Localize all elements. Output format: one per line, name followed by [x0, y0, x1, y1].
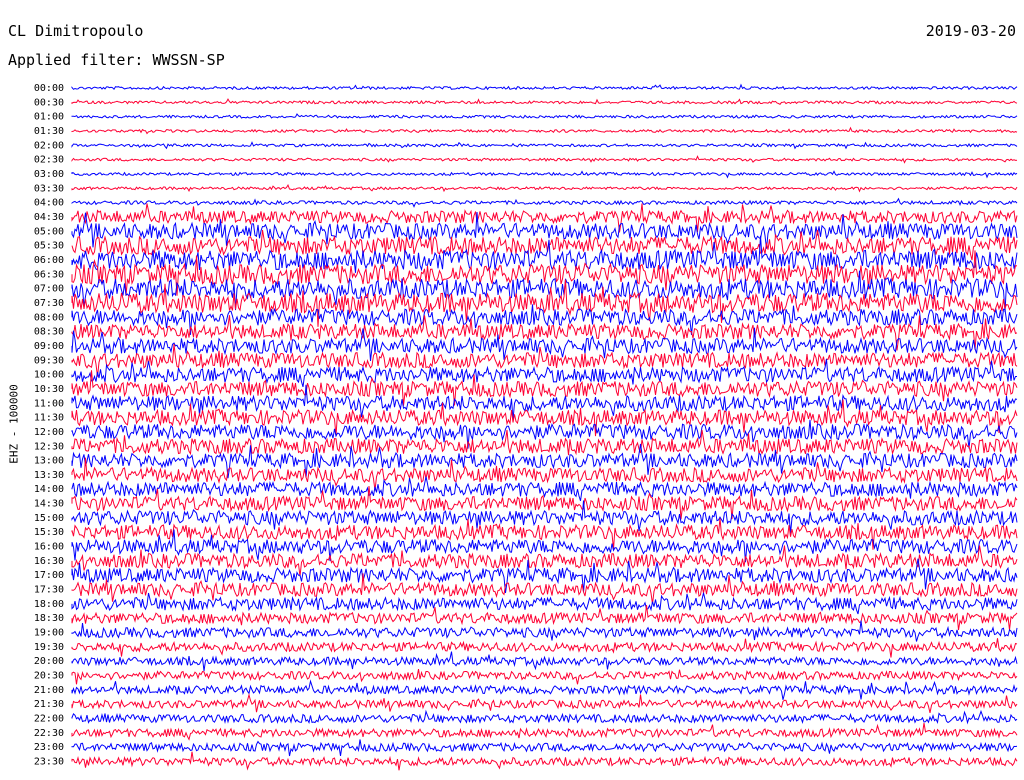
trace-row-1900	[71, 620, 1018, 642]
trace-row-1930	[71, 638, 1018, 658]
trace-row-0200	[71, 141, 1018, 150]
row-time-label: 03:00	[34, 169, 64, 180]
row-time-label: 04:00	[34, 198, 64, 209]
row-label-group: 00:00 00:30 01:00 01:30 02:00 02:30 03:00 03:30…	[34, 83, 64, 768]
row-time-label: 06:00	[34, 255, 64, 266]
row-time-label: 02:00	[34, 140, 64, 151]
trace-row-1200	[71, 419, 1018, 449]
row-time-label: 09:00	[34, 341, 64, 352]
row-time-label: 16:30	[34, 556, 64, 567]
row-time-label: 07:30	[34, 298, 64, 309]
row-time-label: 07:00	[34, 284, 64, 295]
trace-row-0000	[71, 83, 1018, 91]
row-time-label: 15:30	[34, 527, 64, 538]
row-time-label: 06:30	[34, 269, 64, 280]
row-time-label: 13:00	[34, 456, 64, 467]
row-time-label: 21:30	[34, 699, 64, 710]
trace-row-1000	[71, 358, 1017, 388]
trace-row-0100	[71, 113, 1018, 119]
trace-row-0300	[71, 170, 1018, 179]
row-time-label: 14:30	[34, 499, 64, 510]
row-time-label: 05:30	[34, 241, 64, 252]
row-time-label: 08:00	[34, 312, 64, 323]
trace-row-0230	[71, 155, 1018, 164]
row-time-label: 19:00	[34, 628, 64, 639]
row-time-label: 05:00	[34, 226, 64, 237]
row-time-label: 10:30	[34, 384, 64, 395]
row-time-label: 08:30	[34, 327, 64, 338]
row-time-label: 18:30	[34, 613, 64, 624]
trace-row-0430	[71, 203, 1018, 233]
row-time-label: 22:30	[34, 728, 64, 739]
trace-row-2000	[71, 651, 1018, 672]
trace-row-0600	[71, 235, 1018, 273]
row-time-label: 19:30	[34, 642, 64, 653]
row-time-label: 12:30	[34, 441, 64, 452]
trace-row-0130	[71, 126, 1018, 135]
trace-row-2200	[71, 709, 1018, 725]
trace-row-2230	[71, 722, 1018, 741]
row-time-label: 03:30	[34, 183, 64, 194]
row-time-label: 17:00	[34, 570, 64, 581]
trace-row-0030	[71, 98, 1018, 105]
trace-row-2300	[71, 739, 1018, 757]
row-time-label: 13:30	[34, 470, 64, 481]
row-time-label: 01:30	[34, 126, 64, 137]
trace-row-0400	[71, 197, 1018, 208]
row-time-label: 17:30	[34, 585, 64, 596]
row-time-label: 04:30	[34, 212, 64, 223]
row-time-label: 22:00	[34, 714, 64, 725]
row-time-label: 11:00	[34, 398, 64, 409]
row-time-label: 11:30	[34, 413, 64, 424]
row-time-label: 23:30	[34, 757, 64, 768]
row-time-label: 21:00	[34, 685, 64, 696]
trace-group	[71, 83, 1018, 771]
helicorder-plot: 00:00 00:30 01:00 01:30 02:00 02:30 03:00 03:30…	[34, 83, 1018, 771]
row-time-label: 09:30	[34, 355, 64, 366]
trace-row-1430	[71, 485, 1018, 520]
trace-row-0330	[71, 183, 1018, 193]
row-time-label: 18:00	[34, 599, 64, 610]
row-time-label: 00:00	[34, 83, 64, 94]
row-time-label: 20:30	[34, 671, 64, 682]
trace-row-1830	[71, 604, 1018, 631]
trace-row-2330	[71, 751, 1018, 771]
row-time-label: 02:30	[34, 155, 64, 166]
row-time-label: 20:00	[34, 656, 64, 667]
row-time-label: 12:00	[34, 427, 64, 438]
row-time-label: 01:00	[34, 112, 64, 123]
row-time-label: 10:00	[34, 370, 64, 381]
row-time-label: 15:00	[34, 513, 64, 524]
row-time-label: 14:00	[34, 484, 64, 495]
row-time-label: 16:00	[34, 542, 64, 553]
trace-row-2130	[71, 692, 1018, 714]
row-time-label: 23:00	[34, 742, 64, 753]
row-time-label: 00:30	[34, 97, 64, 108]
trace-row-2030	[71, 669, 1018, 685]
trace-row-2100	[71, 679, 1018, 700]
